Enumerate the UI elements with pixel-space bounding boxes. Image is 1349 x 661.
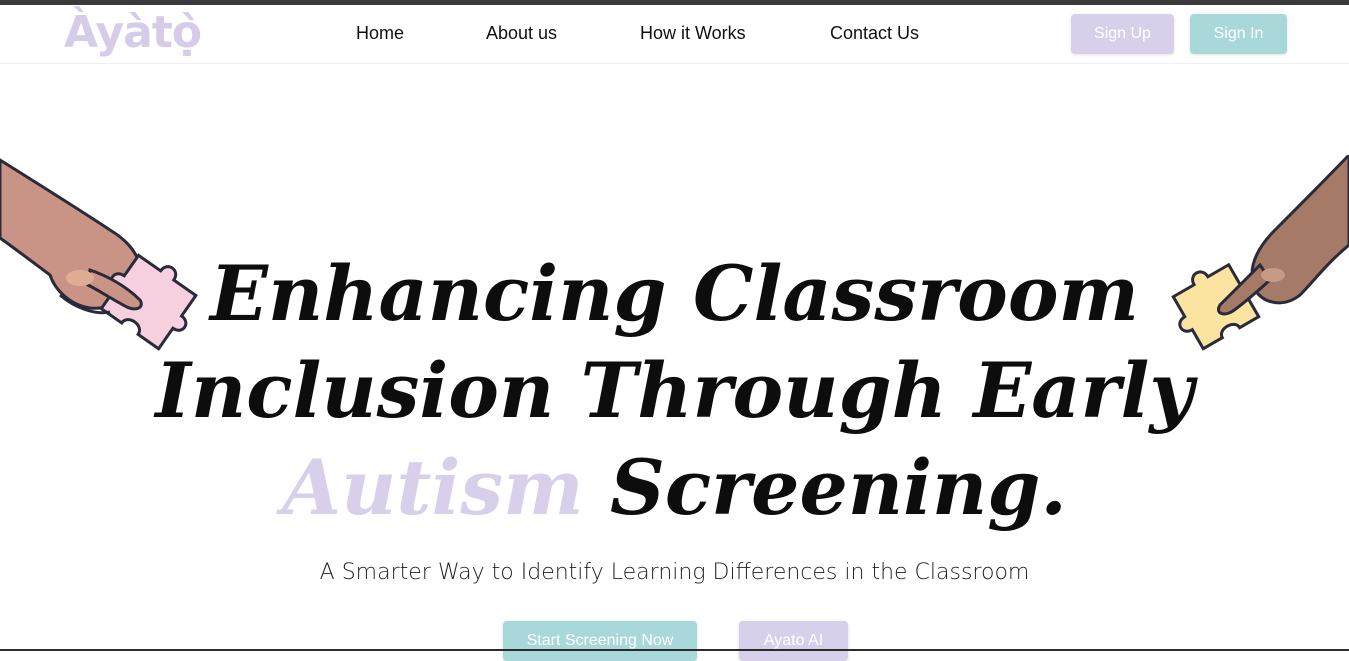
nav-link-home[interactable]: Home [356,23,404,44]
navbar: Àyàtọ̀ Home About us How it Works Contac… [0,5,1349,64]
hero-subtitle: A Smarter Way to Identify Learning Diffe… [319,560,1030,585]
hero-title-line-3: Autism Screening. [0,439,1349,536]
start-screening-button[interactable]: Start Screening Now [503,621,697,661]
nav-link-about-us[interactable]: About us [486,23,557,44]
nav-link-how-it-works[interactable]: How it Works [640,23,746,44]
hero-title-line-1: Enhancing Classroom [210,249,1139,338]
nav-link-contact-us[interactable]: Contact Us [830,23,919,44]
hero-title-line-2: Inclusion Through Early [155,346,1194,435]
hero-title: Enhancing Classroom Inclusion Through Ea… [0,245,1349,536]
hero-title-line-3-rest: Screening. [583,443,1067,532]
ayato-ai-button[interactable]: Ayato AI [739,621,848,661]
sign-up-button[interactable]: Sign Up [1071,14,1174,54]
hero-title-accent-word: Autism [282,443,584,532]
sign-in-button[interactable]: Sign In [1190,14,1287,54]
